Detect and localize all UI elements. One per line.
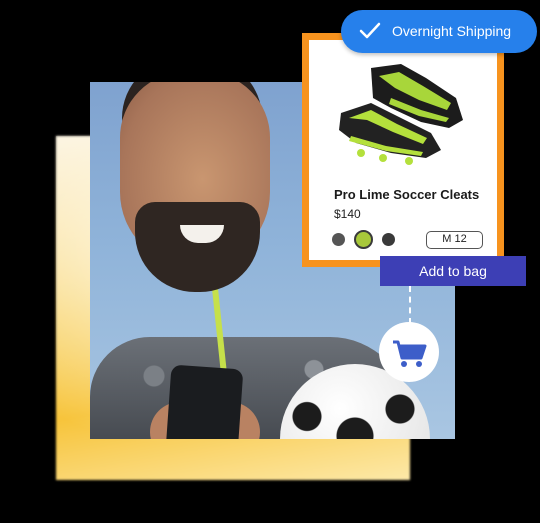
shopping-cart-icon (393, 340, 427, 367)
color-swatch-gray[interactable] (332, 233, 345, 246)
add-to-bag-button[interactable]: Add to bag (380, 256, 526, 286)
color-swatches (332, 230, 395, 249)
dashed-connector (409, 286, 411, 324)
checkmark-icon (359, 22, 381, 39)
overnight-shipping-badge: Overnight Shipping (341, 10, 537, 53)
cart-button[interactable] (379, 322, 439, 382)
size-selector[interactable]: M 12 (426, 231, 483, 249)
color-swatch-lime[interactable] (354, 230, 373, 249)
product-price: $140 (334, 207, 361, 221)
soccer-cleats-image (339, 64, 463, 165)
product-card[interactable]: Pro Lime Soccer Cleats $140 M 12 (302, 33, 504, 267)
color-swatch-dark[interactable] (382, 233, 395, 246)
person-beard (135, 202, 260, 292)
product-name: Pro Lime Soccer Cleats (334, 187, 480, 202)
shipping-label: Overnight Shipping (392, 23, 512, 39)
smartphone (164, 364, 244, 439)
